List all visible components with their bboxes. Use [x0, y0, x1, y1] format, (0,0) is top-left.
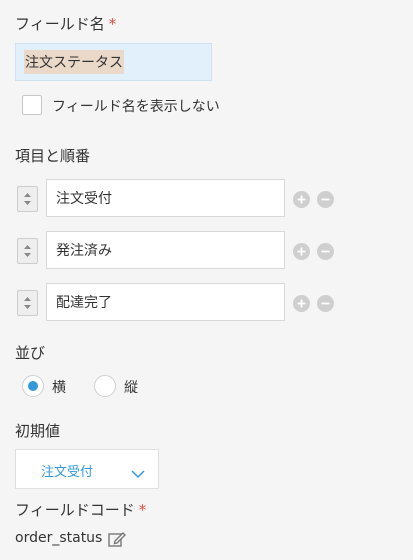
option-input[interactable]: 配達完了 — [46, 283, 285, 321]
minus-circle-icon[interactable] — [317, 295, 334, 312]
minus-circle-icon[interactable] — [317, 191, 334, 208]
default-value-label: 初期値 — [15, 422, 61, 440]
plus-circle-icon[interactable] — [293, 243, 310, 260]
default-value-text: 注文受付 — [41, 465, 94, 480]
field-name-label: フィールド名 * — [15, 13, 116, 34]
required-mark: * — [138, 501, 147, 519]
drag-handle-icon[interactable] — [17, 290, 38, 316]
radio-horizontal-label: 横 — [52, 380, 66, 396]
field-name-label-text: フィールド名 — [15, 15, 105, 33]
edit-icon[interactable] — [107, 529, 127, 553]
field-name-input[interactable]: 注文ステータス — [15, 43, 212, 81]
field-name-value: 注文ステータス — [24, 50, 124, 74]
chevron-down-icon — [131, 464, 145, 483]
default-value-select[interactable]: 注文受付 — [15, 449, 159, 489]
drag-handle-icon[interactable] — [17, 238, 38, 264]
plus-circle-icon[interactable] — [293, 295, 310, 312]
option-row: 発注済み — [17, 231, 347, 271]
radio-vertical[interactable] — [94, 375, 116, 397]
field-code-label-text: フィールドコード — [15, 501, 135, 519]
field-code-label: フィールドコード * — [15, 499, 146, 520]
hide-field-name-label: フィールド名を表示しない — [52, 99, 220, 115]
plus-circle-icon[interactable] — [293, 191, 310, 208]
minus-circle-icon[interactable] — [317, 243, 334, 260]
drag-handle-icon[interactable] — [17, 186, 38, 212]
radio-vertical-label: 縦 — [124, 380, 138, 396]
option-row: 注文受付 — [17, 179, 347, 219]
option-input[interactable]: 発注済み — [46, 231, 285, 269]
field-code-value: order_status — [15, 530, 103, 546]
alignment-label: 並び — [15, 344, 46, 362]
required-mark: * — [108, 15, 117, 33]
option-input[interactable]: 注文受付 — [46, 179, 285, 217]
radio-horizontal[interactable] — [22, 375, 44, 397]
hide-field-name-checkbox[interactable] — [22, 95, 42, 115]
option-row: 配達完了 — [17, 283, 347, 323]
items-section-label: 項目と順番 — [15, 147, 91, 165]
